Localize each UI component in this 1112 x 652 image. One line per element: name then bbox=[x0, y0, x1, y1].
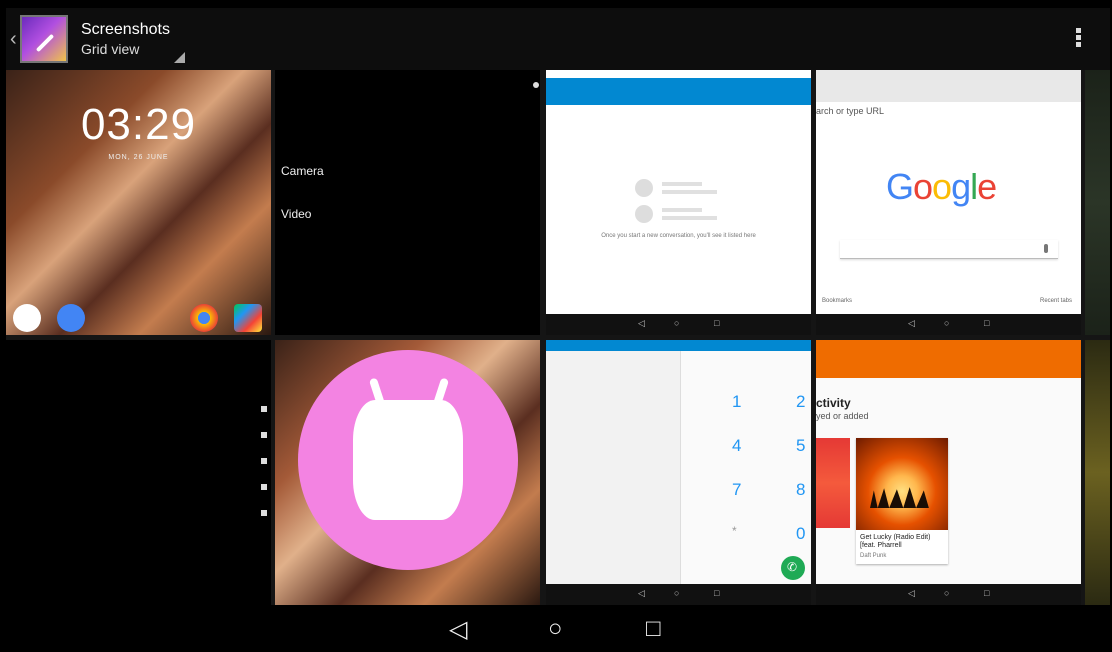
mic-icon bbox=[1044, 244, 1048, 253]
mini-back-icon: ◁ bbox=[908, 588, 915, 598]
system-navigation-bar: ◁ ○ □ bbox=[0, 605, 1112, 652]
dial-key: 2 bbox=[796, 392, 806, 411]
mini-navbar: ◁ ○ □ bbox=[546, 314, 811, 335]
browser-tab-strip bbox=[816, 70, 1081, 102]
mini-home-icon: ○ bbox=[944, 588, 950, 598]
camera-menu-item: Camera bbox=[281, 164, 324, 178]
mini-home-icon: ○ bbox=[944, 318, 950, 328]
chrome-app-icon bbox=[190, 304, 218, 332]
mini-navbar: ◁ ○ □ bbox=[816, 584, 1081, 605]
recent-tabs-label: Recent tabs bbox=[1040, 298, 1073, 304]
album-card: Get Lucky (Radio Edit) [feat. Pharrell D… bbox=[856, 438, 948, 564]
phone-icon: ✆ bbox=[787, 560, 798, 574]
search-box bbox=[840, 240, 1058, 259]
screenshot-thumb-messages[interactable]: Once you start a new conversation, you'l… bbox=[546, 70, 811, 335]
lockscreen-date: MON, 26 JUNE bbox=[108, 154, 169, 161]
screenshot-thumb-dialer[interactable]: 1 2 4 5 7 8 * 0 ✆ ◁ ○ □ bbox=[546, 340, 811, 605]
mini-back-icon: ◁ bbox=[638, 588, 645, 598]
dial-key: 1 bbox=[732, 392, 742, 411]
dial-key: 5 bbox=[796, 436, 806, 455]
play-store-icon bbox=[234, 304, 262, 332]
dial-key: 7 bbox=[732, 480, 742, 499]
mini-home-icon: ○ bbox=[674, 318, 680, 328]
album-cover-partial bbox=[816, 438, 850, 528]
mini-recents-icon: □ bbox=[984, 588, 990, 598]
screenshot-thumb-camera-settings[interactable]: Camera Video bbox=[275, 70, 540, 335]
google-logo: Google bbox=[886, 166, 997, 207]
mini-recents-icon: □ bbox=[714, 318, 720, 328]
screenshot-thumb-partial-1[interactable] bbox=[1085, 70, 1110, 335]
dial-key: * bbox=[732, 524, 737, 538]
settings-gear-icon bbox=[533, 82, 539, 88]
mini-navbar: ◁ ○ □ bbox=[816, 314, 1081, 335]
song-artist: Daft Punk bbox=[860, 553, 887, 559]
empty-conversations-illustration bbox=[635, 179, 717, 223]
overflow-menu-icon[interactable] bbox=[1072, 26, 1084, 54]
url-bar-text: arch or type URL bbox=[816, 106, 885, 116]
screenshot-thumb-partial-2[interactable] bbox=[1085, 340, 1110, 605]
back-chevron-icon[interactable]: ‹ bbox=[10, 28, 17, 51]
video-menu-item: Video bbox=[281, 207, 312, 221]
view-mode-spinner[interactable]: Grid view bbox=[81, 41, 139, 57]
screenshot-thumb-browser[interactable]: arch or type URL Google Bookmarks Recent… bbox=[816, 70, 1081, 335]
screenshot-thumb-marshmallow[interactable] bbox=[275, 340, 540, 605]
dial-key: 4 bbox=[732, 436, 742, 455]
mini-navbar: ◁ ○ □ bbox=[546, 584, 811, 605]
dial-key: 0 bbox=[796, 524, 806, 543]
bookmarks-label: Bookmarks bbox=[822, 298, 853, 304]
empty-state-text: Once you start a new conversation, you'l… bbox=[601, 233, 756, 239]
album-title: Screenshots bbox=[81, 21, 170, 38]
gallery-screen: ‹ Screenshots Grid view 03:29 MON, 26 JU… bbox=[6, 8, 1110, 605]
quick-icon-3 bbox=[261, 458, 267, 464]
docs-app-icon bbox=[57, 304, 85, 332]
mini-recents-icon: □ bbox=[984, 318, 990, 328]
action-bar: ‹ Screenshots Grid view bbox=[6, 8, 1110, 70]
home-icon[interactable]: ○ bbox=[548, 615, 563, 643]
screenshot-thumb-dark[interactable] bbox=[6, 340, 271, 605]
mini-back-icon: ◁ bbox=[638, 318, 645, 328]
quick-icon-4 bbox=[261, 484, 267, 490]
activity-heading: ctivity bbox=[816, 396, 851, 410]
mini-home-icon: ○ bbox=[674, 588, 680, 598]
recents-icon[interactable]: □ bbox=[646, 615, 661, 643]
lockscreen-clock: 03:29 bbox=[80, 100, 197, 149]
dialer-app-bar bbox=[546, 340, 811, 351]
music-app-bar bbox=[816, 340, 1081, 378]
album-art bbox=[856, 438, 948, 530]
messages-app-bar bbox=[546, 78, 811, 105]
marshmallow-icon bbox=[353, 400, 463, 520]
back-icon[interactable]: ◁ bbox=[449, 615, 467, 644]
quick-icon-5 bbox=[261, 510, 267, 516]
dial-key: 8 bbox=[796, 480, 806, 499]
quick-icon-2 bbox=[261, 432, 267, 438]
quick-icon-1 bbox=[261, 406, 267, 412]
screenshot-thumb-music[interactable]: ctivity yed or added Get Lucky (Radio Ed… bbox=[816, 340, 1081, 605]
screenshot-thumb-lockscreen[interactable]: 03:29 MON, 26 JUNE bbox=[6, 70, 271, 335]
google-app-icon bbox=[13, 304, 41, 332]
mini-recents-icon: □ bbox=[714, 588, 720, 598]
spinner-triangle-icon[interactable] bbox=[174, 52, 185, 63]
activity-subheading: yed or added bbox=[816, 411, 869, 421]
gallery-app-icon[interactable] bbox=[20, 15, 68, 63]
mini-back-icon: ◁ bbox=[908, 318, 915, 328]
song-title: Get Lucky (Radio Edit) [feat. Pharrell bbox=[860, 534, 931, 549]
dialpad bbox=[680, 351, 811, 584]
